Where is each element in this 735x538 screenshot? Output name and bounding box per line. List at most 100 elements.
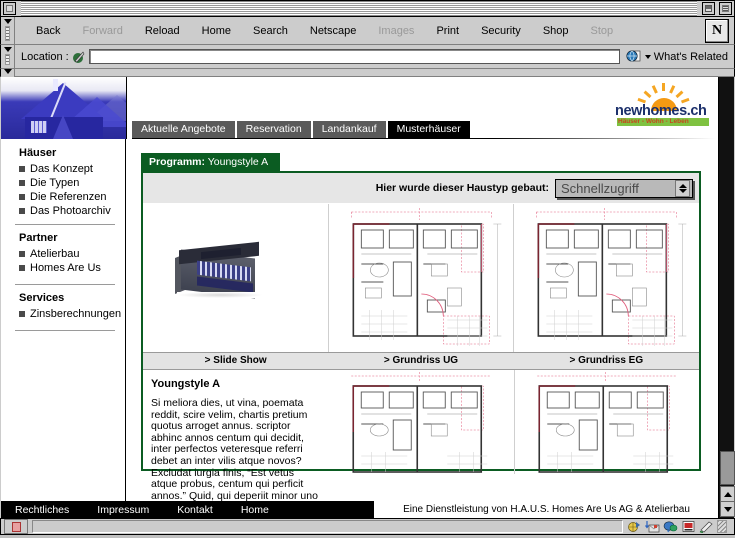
mailbox-icon[interactable] — [645, 520, 660, 533]
house-3d-render — [175, 236, 271, 304]
page-body: Häuser Das Konzept Die Typen Die Referen… — [1, 139, 719, 501]
sidebar-item-die-referenzen[interactable]: Die Referenzen — [19, 190, 125, 204]
program-value: Youngstyle A — [207, 156, 269, 168]
window-title-bar — [0, 0, 735, 17]
scroll-up-button[interactable] — [720, 486, 735, 502]
house-render-cell[interactable] — [143, 204, 329, 352]
logo-tagline-text: Häuser - Wohn - Leben — [618, 118, 689, 125]
navigation-toolbar: Back Forward Reload Home Search Netscape… — [0, 17, 735, 45]
sidebar-item-homes-are-us[interactable]: Homes Are Us — [19, 261, 125, 275]
browser-window: Back Forward Reload Home Search Netscape… — [0, 0, 735, 535]
sidebar-item-das-photoarchiv[interactable]: Das Photoarchiv — [19, 204, 125, 218]
instant-messenger-icon[interactable] — [663, 520, 678, 533]
window-close-box[interactable] — [3, 2, 16, 15]
house-chimney — [53, 79, 58, 91]
quick-access-selected: Schnellzugriff — [561, 180, 639, 196]
scroll-down-button[interactable] — [720, 501, 735, 517]
composer-icon[interactable] — [681, 520, 696, 533]
whats-related-button[interactable]: What's Related — [626, 49, 734, 64]
sidebar-heading-haeuser: Häuser — [19, 147, 57, 159]
page-scrollbar-vertical[interactable] — [718, 77, 735, 518]
footer-link-impressum[interactable]: Impressum — [83, 504, 163, 516]
footer-link-kontakt[interactable]: Kontakt — [163, 504, 227, 516]
grundriss-eg-link[interactable]: > Grundriss EG — [514, 353, 699, 369]
floorplan-ug-drawing — [350, 208, 502, 346]
sidebar-item-label: Die Typen — [30, 177, 80, 189]
location-label: Location : — [21, 50, 69, 63]
sidebar-group-partner: Partner Atelierbau Homes Are Us — [19, 232, 125, 275]
quick-access-row: Hier wurde dieser Haustyp gebaut: Schnel… — [143, 173, 699, 204]
shop-button[interactable]: Shop — [532, 22, 580, 40]
reload-button[interactable]: Reload — [134, 22, 191, 40]
floorplan-eg-cell[interactable] — [514, 204, 699, 352]
personal-toolbar — [0, 69, 735, 77]
images-button[interactable]: Images — [367, 22, 425, 40]
article-body: Si meliora dies, ut vina, poemata reddit… — [151, 397, 318, 501]
newhomes-logo[interactable]: newhomes.ch Häuser - Wohn - Leben — [615, 83, 713, 127]
sidebar-item-atelierbau[interactable]: Atelierbau — [19, 247, 125, 261]
floorplan-cell-4[interactable] — [515, 370, 700, 474]
netscape-logo-icon[interactable]: N — [705, 18, 729, 43]
floorplan-ug-cell[interactable] — [329, 204, 515, 352]
bullet-icon — [19, 311, 25, 317]
preferences-icon[interactable] — [699, 520, 714, 534]
forward-button[interactable]: Forward — [71, 22, 133, 40]
chevron-down-icon — [644, 54, 651, 59]
sidebar-heading-services: Services — [19, 292, 65, 304]
window-zoom-box[interactable] — [702, 2, 715, 15]
footer-link-home[interactable]: Home — [227, 504, 283, 516]
floorplan-cell-3[interactable] — [329, 370, 515, 474]
tab-landankauf[interactable]: Landankauf — [312, 121, 386, 138]
window-collapse-box[interactable] — [719, 2, 732, 15]
sidebar-item-das-konzept[interactable]: Das Konzept — [19, 162, 125, 176]
bookmark-quill-icon[interactable] — [72, 50, 86, 64]
slide-show-link[interactable]: > Slide Show — [143, 353, 328, 369]
grip-dots-icon — [5, 26, 10, 41]
article-cell: Youngstyle A Si meliora dies, ut vina, p… — [143, 370, 329, 501]
scrollbar-thumb[interactable] — [720, 451, 735, 485]
page-content: Aktuelle Angebote Reservation Landankauf… — [1, 77, 719, 501]
search-button[interactable]: Search — [242, 22, 299, 40]
sidebar-item-zinsberechnungen[interactable]: Zinsberechnungen — [19, 307, 125, 321]
sidebar-item-label: Homes Are Us — [30, 262, 101, 274]
collapse-triangle-icon — [3, 69, 12, 74]
collapse-triangle-icon — [3, 19, 12, 24]
program-tab-header: Programm: Youngstyle A — [141, 153, 281, 171]
header-divider — [126, 77, 127, 139]
footer-link-rechtliches[interactable]: Rechtliches — [1, 504, 83, 516]
sidebar-item-label: Das Konzept — [30, 163, 93, 175]
sidebar-divider — [15, 284, 115, 285]
print-button[interactable]: Print — [425, 22, 470, 40]
navigator-icon[interactable] — [627, 520, 642, 533]
security-padlock-icon[interactable] — [4, 519, 28, 534]
tab-musterhaeuser[interactable]: Musterhäuser — [387, 121, 470, 138]
sidebar-item-label: Zinsberechnungen — [30, 308, 122, 320]
grundriss-ug-link[interactable]: > Grundriss UG — [328, 353, 513, 369]
browser-status-bar — [0, 518, 735, 535]
bullet-icon — [19, 251, 25, 257]
toolbar-grip-handle[interactable] — [1, 17, 15, 44]
netscape-button[interactable]: Netscape — [299, 22, 367, 40]
location-grip-handle[interactable] — [1, 45, 15, 68]
home-button[interactable]: Home — [191, 22, 242, 40]
media-row-top — [143, 204, 699, 352]
back-button[interactable]: Back — [25, 22, 71, 40]
url-input[interactable] — [88, 49, 620, 64]
tab-aktuelle-angebote[interactable]: Aktuelle Angebote — [132, 121, 235, 138]
stop-button[interactable]: Stop — [580, 22, 625, 40]
media-row-bottom: Youngstyle A Si meliora dies, ut vina, p… — [143, 370, 699, 501]
quick-access-select[interactable]: Schnellzugriff — [555, 178, 693, 198]
status-grip-icon[interactable] — [717, 520, 727, 533]
personal-grip-handle[interactable] — [1, 69, 15, 77]
tab-reservation[interactable]: Reservation — [236, 121, 311, 138]
site-footer: Rechtliches Impressum Kontakt Home Eine … — [1, 501, 719, 518]
site-nav-tabs: Aktuelle Angebote Reservation Landankauf… — [132, 121, 470, 138]
security-button[interactable]: Security — [470, 22, 532, 40]
sidebar-group-haeuser: Häuser Das Konzept Die Typen Die Referen… — [19, 147, 125, 218]
collapse-triangle-icon — [3, 47, 12, 52]
sun-icon — [637, 83, 690, 111]
popup-arrows-icon — [675, 179, 690, 197]
sidebar-item-die-typen[interactable]: Die Typen — [19, 176, 125, 190]
whats-related-icon — [626, 49, 642, 64]
sidebar-divider — [15, 330, 115, 331]
